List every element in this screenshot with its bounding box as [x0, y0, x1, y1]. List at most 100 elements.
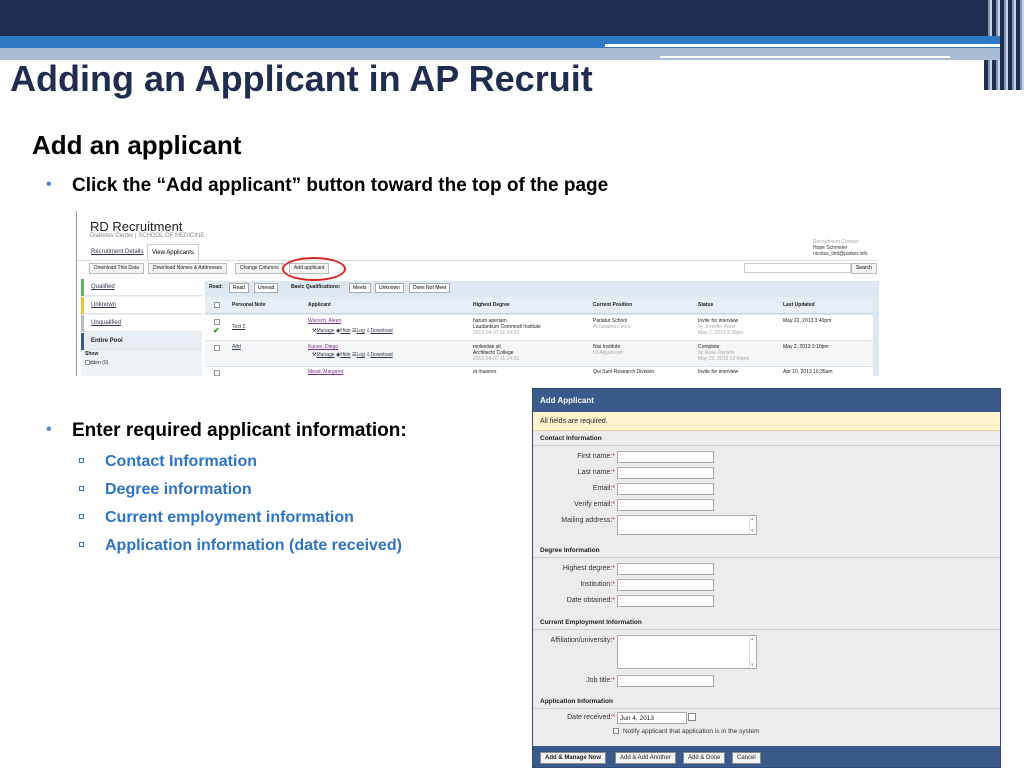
affiliation-field[interactable] — [617, 635, 757, 669]
sidebar-item-unqualified[interactable]: Unqualified — [81, 315, 202, 332]
bullet-dot-icon: • — [46, 176, 52, 193]
table-row[interactable]: ✔ Test 2 Wunsch, Aleen ⚒Manage ◉Hide ☰Lo… — [205, 315, 873, 341]
bullet-enter-info: • Enter required applicant information: — [46, 420, 407, 442]
manage-link[interactable]: Manage — [316, 328, 334, 334]
applicant-name-link[interactable]: Mead, Margaret — [308, 369, 343, 375]
applicant-name-link[interactable]: Kunze, Diego — [308, 344, 338, 350]
log-link[interactable]: Log — [357, 352, 365, 358]
job-title-label: Job title:* — [533, 677, 615, 684]
highlight-ring — [282, 257, 346, 281]
label-text: Verify email: — [574, 501, 613, 508]
date-obtained-field[interactable] — [617, 595, 714, 607]
filter-unread-button[interactable]: Unread — [254, 283, 279, 293]
cancel-button[interactable]: Cancel — [732, 752, 761, 764]
download-names-button[interactable]: Download Names & Addresses — [148, 263, 227, 274]
app-subtitle: Diabetes Center | SCHOOL OF MEDICINE — [90, 233, 205, 239]
download-data-button[interactable]: Download This Data — [89, 263, 144, 274]
institution-field[interactable] — [617, 579, 714, 591]
tab-recruitment-details[interactable]: Recruitment Details — [87, 244, 147, 260]
filter-unknown-button[interactable]: Unknown — [375, 283, 404, 293]
affiliation-label: Affiliation/university:* — [533, 637, 615, 644]
col-current-position[interactable]: Current Position — [593, 297, 632, 314]
filter-read-button[interactable]: Read — [229, 283, 249, 293]
table-row[interactable]: Mead, Margaret et maiores Qui Sunt Resea… — [205, 367, 873, 376]
textarea-scrollbar[interactable] — [749, 636, 756, 668]
required-asterisk: * — [612, 517, 615, 524]
first-name-field[interactable] — [617, 451, 714, 463]
sidebar-item-label: Unqualified — [91, 320, 122, 326]
square-bullet-icon — [79, 542, 84, 547]
row-checkbox[interactable] — [214, 345, 220, 351]
table-row[interactable]: Add Kunze, Diego ⚒Manage ◉Hide ☰Log ⇩Dow… — [205, 341, 873, 367]
dialog-title: Add Applicant — [533, 389, 1000, 412]
tab-view-applicants[interactable]: View Applicants — [147, 244, 199, 260]
verify-email-field[interactable] — [617, 499, 714, 511]
applicant-name-link[interactable]: Wunsch, Aleen — [308, 318, 341, 324]
col-personal-note[interactable]: Personal Note — [232, 297, 266, 314]
section-divider — [533, 445, 1000, 446]
toolbar: Download This Data Download Names & Addr… — [77, 260, 879, 276]
download-link[interactable]: Download — [370, 352, 392, 358]
position-text: Qui Sunt Research Division — [593, 369, 655, 375]
required-asterisk: * — [612, 501, 615, 508]
search-button[interactable]: Search — [851, 263, 877, 274]
row-checkbox[interactable] — [214, 370, 220, 376]
row-actions: ⚒Manage ◉Hide ☰Log ⇩Download — [312, 328, 393, 334]
sidebar-item-unknown[interactable]: Unknown — [81, 297, 202, 314]
last-name-field[interactable] — [617, 467, 714, 479]
calendar-icon[interactable] — [688, 713, 696, 721]
show-hidden-option[interactable]: Hidden (0) — [85, 360, 108, 366]
textarea-scrollbar[interactable] — [749, 516, 756, 534]
label-text: Last name: — [577, 469, 613, 476]
applicant-grid: Read: Read Unread Basic Qualifications: … — [205, 281, 879, 376]
email-field[interactable] — [617, 483, 714, 495]
add-add-another-button[interactable]: Add & Add Another — [615, 752, 676, 764]
date-received-field[interactable] — [617, 712, 687, 724]
table-header: Personal Note Applicant Highest Degree C… — [205, 297, 873, 314]
hide-link[interactable]: Hide — [340, 328, 350, 334]
label-text: Date obtained: — [566, 597, 613, 604]
add-manage-now-button[interactable]: Add & Manage Now — [540, 752, 607, 764]
personal-note-link[interactable]: Test 2 — [232, 324, 245, 330]
institution-label: Institution:* — [533, 581, 615, 588]
personal-note-link[interactable]: Add — [232, 344, 241, 350]
bullet-text: Enter required applicant information: — [72, 420, 407, 441]
required-asterisk: * — [612, 597, 615, 604]
add-done-button[interactable]: Add & Done — [683, 752, 726, 764]
position-sub: Ut Asperiores — [593, 350, 624, 356]
col-status[interactable]: Status — [698, 297, 713, 314]
highest-degree-field[interactable] — [617, 563, 714, 575]
section-heading: Add an applicant — [32, 130, 242, 160]
row-checkbox[interactable] — [214, 319, 220, 325]
status-date: May 2, 2013 3:28pm — [698, 330, 744, 336]
verify-email-label: Verify email:* — [533, 501, 615, 508]
first-name-label: First name:* — [533, 453, 615, 460]
subbullet-application: Application information (date received) — [79, 537, 402, 555]
col-applicant[interactable]: Applicant — [308, 297, 331, 314]
hide-link[interactable]: Hide — [340, 352, 350, 358]
filter-meets-button[interactable]: Meets — [349, 283, 371, 293]
filter-does-not-meet-button[interactable]: Does Not Meet — [409, 283, 451, 293]
notify-checkbox[interactable] — [613, 728, 619, 735]
sidebar-item-qualified[interactable]: Qualified — [81, 279, 202, 296]
notify-applicant-option[interactable]: Notify applicant that application is in … — [613, 728, 760, 735]
select-all-checkbox[interactable] — [214, 302, 220, 308]
mailing-address-field[interactable] — [617, 515, 757, 535]
change-columns-button[interactable]: Change Columns — [235, 263, 284, 274]
dialog-footer: Add & Manage Now Add & Add Another Add &… — [533, 746, 1000, 767]
job-title-field[interactable] — [617, 675, 714, 687]
subbullet-text: Degree information — [105, 481, 252, 498]
hidden-checkbox[interactable] — [85, 360, 90, 365]
log-link[interactable]: Log — [357, 328, 365, 334]
manage-link[interactable]: Manage — [316, 352, 334, 358]
download-link[interactable]: Download — [370, 328, 392, 334]
slide-divider-line — [660, 56, 950, 58]
sidebar-item-entire-pool[interactable]: Entire Pool — [81, 333, 202, 350]
basic-qual-label: Basic Qualifications: — [291, 284, 341, 290]
label-text: Date received: — [567, 714, 613, 721]
bullet-dot-icon: • — [46, 421, 52, 438]
col-highest-degree[interactable]: Highest Degree — [473, 297, 510, 314]
col-last-updated[interactable]: Last Updated — [783, 297, 815, 314]
add-applicant-dialog: Add Applicant All fields are required. C… — [532, 388, 1001, 768]
search-input[interactable] — [744, 263, 851, 273]
